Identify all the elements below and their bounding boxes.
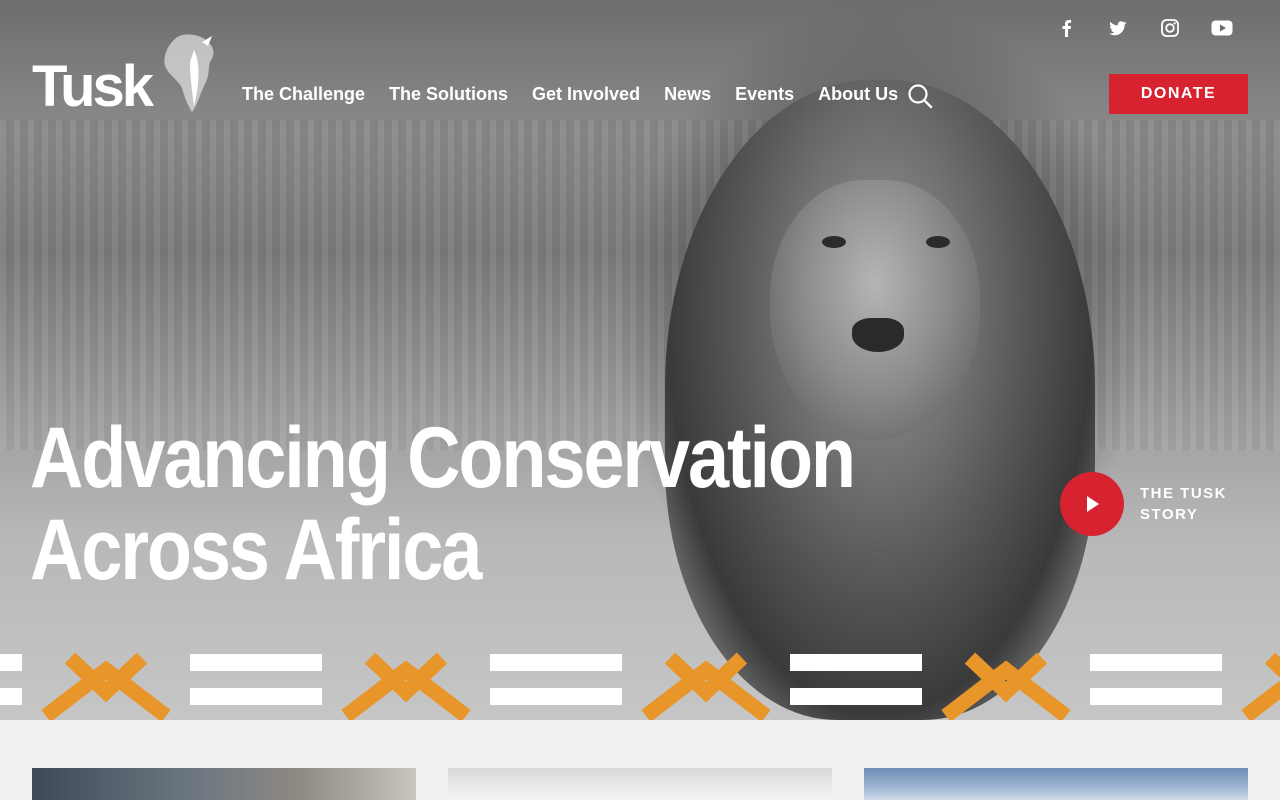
donate-button[interactable]: DONATE [1109, 74, 1248, 114]
hero-headline-line-1: Advancing Conservation [30, 410, 856, 506]
search-icon [908, 84, 933, 109]
twitter-icon [1109, 20, 1127, 35]
hero-headline-line-2: Across Africa [30, 502, 482, 598]
decorative-chevron-pattern [0, 652, 1280, 720]
instagram-icon [1161, 19, 1179, 37]
facebook-icon [1062, 20, 1072, 37]
tusk-logo-link[interactable]: Tusk [30, 30, 220, 120]
search-button[interactable] [906, 82, 934, 110]
facebook-link[interactable] [1052, 16, 1080, 40]
card-image-3[interactable] [864, 768, 1248, 800]
card-image-2[interactable] [448, 768, 832, 800]
play-icon [1087, 496, 1099, 512]
twitter-link[interactable] [1104, 16, 1132, 40]
main-navigation: The Challenge The Solutions Get Involved… [242, 84, 898, 105]
youtube-icon [1211, 20, 1233, 36]
nav-item-get-involved[interactable]: Get Involved [532, 84, 640, 105]
hero-banner: Tusk The Challenge The Solutions Get Inv… [0, 0, 1280, 720]
hero-headline: Advancing Conservation Across Africa [30, 410, 856, 598]
social-links [1052, 16, 1260, 40]
lion-left-eye [822, 236, 846, 248]
instagram-link[interactable] [1156, 16, 1184, 40]
tusk-story-label: THE TUSK STORY [1140, 485, 1227, 523]
nav-item-about-us[interactable]: About Us [818, 84, 898, 105]
logo-wordmark: Tusk [32, 54, 154, 119]
nav-item-events[interactable]: Events [735, 84, 794, 105]
play-button[interactable] [1060, 472, 1124, 536]
featured-cards [32, 768, 1248, 800]
africa-tusk-logo-icon [164, 34, 214, 112]
nav-item-news[interactable]: News [664, 84, 711, 105]
youtube-link[interactable] [1208, 16, 1236, 40]
lion-nose [852, 318, 904, 352]
card-image-1[interactable] [32, 768, 416, 800]
lion-right-eye [926, 236, 950, 248]
tusk-story-video-link[interactable]: THE TUSK STORY [1060, 472, 1240, 536]
nav-item-the-solutions[interactable]: The Solutions [389, 84, 508, 105]
nav-item-the-challenge[interactable]: The Challenge [242, 84, 365, 105]
lion-photo-face [770, 180, 980, 440]
